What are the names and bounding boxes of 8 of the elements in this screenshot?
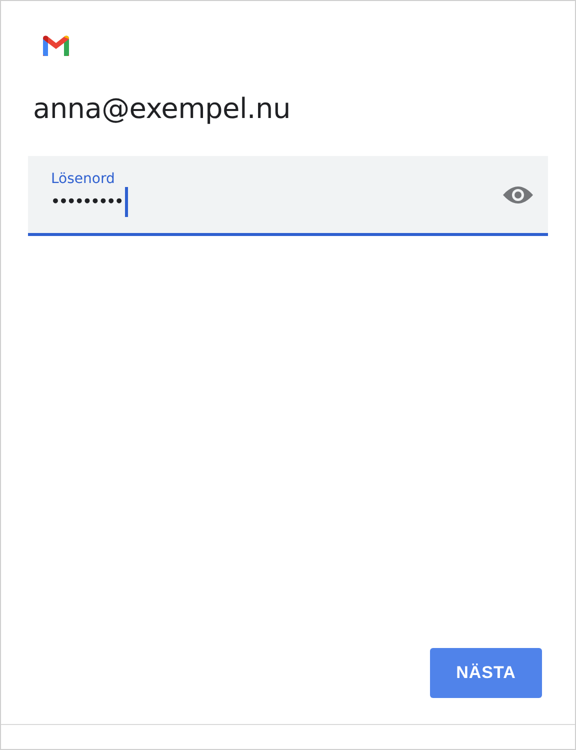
eye-icon[interactable] <box>502 184 534 206</box>
field-label: Lösenord <box>51 170 116 186</box>
password-field[interactable]: Lösenord ••••••••• <box>28 156 548 236</box>
account-email: anna@exempel.nu <box>33 92 292 125</box>
mail-logo-icon <box>41 34 71 56</box>
next-button[interactable]: NÄSTA <box>430 648 542 698</box>
text-cursor <box>124 186 128 216</box>
password-value: ••••••••• <box>51 194 123 210</box>
